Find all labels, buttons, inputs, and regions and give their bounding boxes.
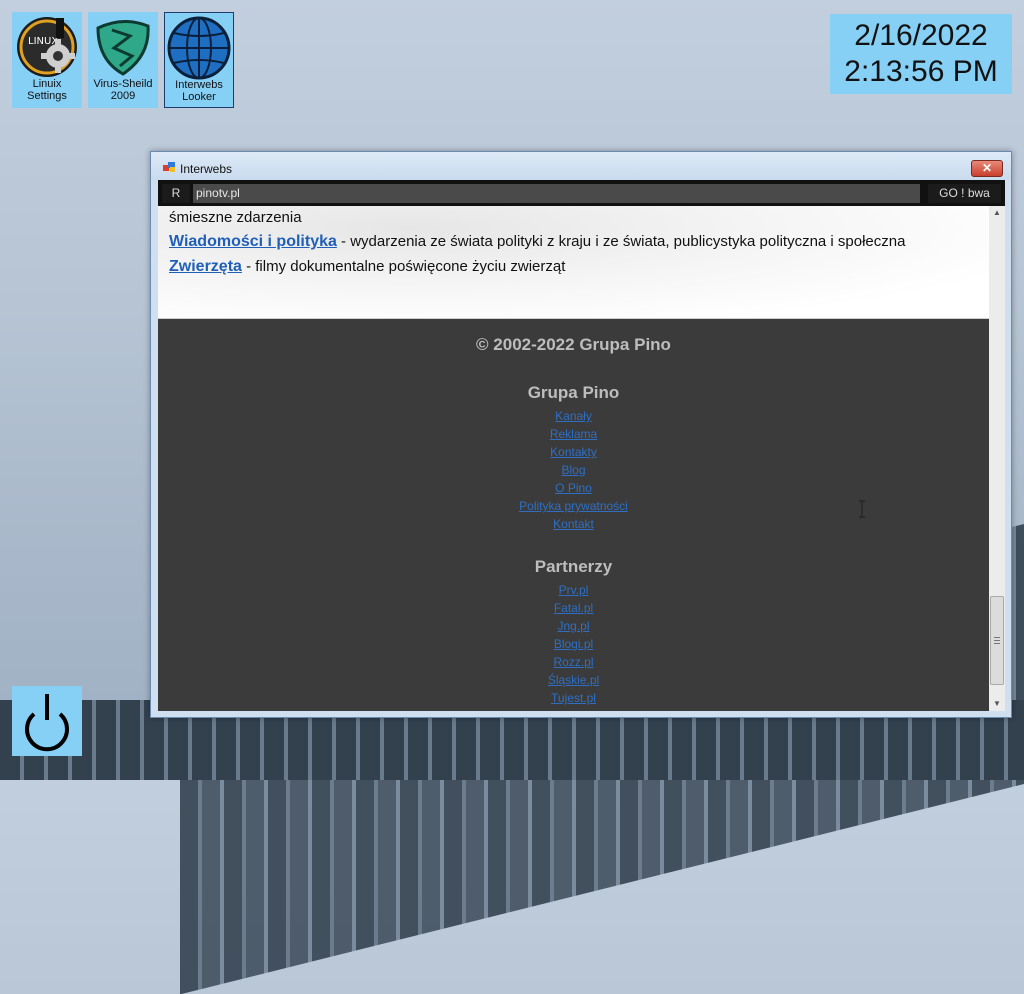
partners-section-title: Partnerzy: [534, 557, 613, 576]
footer-link[interactable]: Kanały: [158, 409, 989, 423]
partner-link[interactable]: Rozz.pl: [158, 655, 989, 669]
desktop-icon-interwebs-looker[interactable]: Interwebs Looker: [164, 12, 234, 108]
window-client-area: R pinotv.pl GO ! bwa śmieszne zdarzenia …: [158, 180, 1005, 711]
footer-link[interactable]: Reklama: [158, 427, 989, 441]
close-button[interactable]: ✕: [971, 160, 1003, 177]
scroll-down-arrow-icon[interactable]: ▼: [989, 697, 1005, 711]
reload-button[interactable]: R: [162, 184, 190, 203]
power-icon: [25, 694, 69, 752]
footer-link[interactable]: Kontakty: [158, 445, 989, 459]
app-window-icon: [163, 162, 175, 172]
desktop-icon-label: Linuix Settings: [27, 78, 67, 102]
line-text: śmieszne zdarzenia: [169, 209, 302, 226]
shield-icon: [96, 20, 150, 76]
power-button[interactable]: [12, 686, 82, 756]
desktop-icon-linux-settings[interactable]: LINUX Linuix Settings: [12, 12, 82, 108]
scroll-up-arrow-icon[interactable]: ▲: [989, 206, 1005, 220]
footer-link[interactable]: Kontakt: [158, 517, 989, 531]
category-description: - filmy dokumentalne poświęcone życiu zw…: [241, 258, 566, 275]
partner-link[interactable]: Jng.pl: [158, 619, 989, 633]
browser-window: Interwebs ✕ R pinotv.pl GO ! bwa śmieszn…: [150, 151, 1012, 718]
text-cursor-icon: [859, 500, 865, 518]
partner-link[interactable]: Tujest.pl: [158, 691, 989, 705]
window-titlebar[interactable]: Interwebs ✕: [151, 152, 1011, 180]
web-viewport[interactable]: śmieszne zdarzenia Wiadomości i polityka…: [158, 206, 989, 711]
partner-link[interactable]: Blogi.pl: [158, 637, 989, 651]
address-bar: R pinotv.pl GO ! bwa: [158, 180, 1005, 206]
category-description: - wydarzenia ze świata polityki z kraju …: [336, 233, 906, 250]
window-title: Interwebs: [180, 162, 233, 176]
url-input[interactable]: pinotv.pl: [193, 184, 920, 203]
vertical-scrollbar[interactable]: ▲ ▼: [989, 206, 1005, 711]
footer-link[interactable]: O Pino: [158, 481, 989, 495]
page-content: śmieszne zdarzenia Wiadomości i polityka…: [158, 206, 989, 319]
text-line: śmieszne zdarzenia: [169, 209, 302, 226]
category-line: Zwierzęta - filmy dokumentalne poświęcon…: [169, 258, 565, 276]
go-button[interactable]: GO ! bwa: [928, 184, 1001, 203]
desktop-icon-label: Interwebs Looker: [175, 79, 223, 103]
scroll-grip: [994, 637, 1000, 644]
desktop-icon-label: Virus-Sheild 2009: [93, 78, 153, 102]
globe-icon: [167, 16, 231, 80]
clock-widget: 2/16/2022 2:13:56 PM: [830, 14, 1012, 94]
clock-time: 2:13:56 PM: [844, 55, 998, 88]
copyright-text: © 2002-2022 Grupa Pino: [476, 335, 671, 354]
group-section-title: Grupa Pino: [527, 383, 620, 402]
category-link-news[interactable]: Wiadomości i polityka: [169, 233, 337, 250]
clock-date: 2/16/2022: [854, 19, 988, 52]
scroll-thumb[interactable]: [990, 596, 1004, 685]
category-line: Wiadomości i polityka - wydarzenia ze św…: [169, 233, 905, 251]
partner-link[interactable]: Fatal.pl: [158, 601, 989, 615]
partner-link[interactable]: Śląskie.pl: [158, 673, 989, 687]
category-link-animals[interactable]: Zwierzęta: [169, 258, 242, 275]
footer-link[interactable]: Blog: [158, 463, 989, 477]
desktop-icon-virus-shield[interactable]: Virus-Sheild 2009: [88, 12, 158, 108]
linux-settings-icon: LINUX: [17, 17, 77, 77]
partner-link[interactable]: Prv.pl: [158, 583, 989, 597]
